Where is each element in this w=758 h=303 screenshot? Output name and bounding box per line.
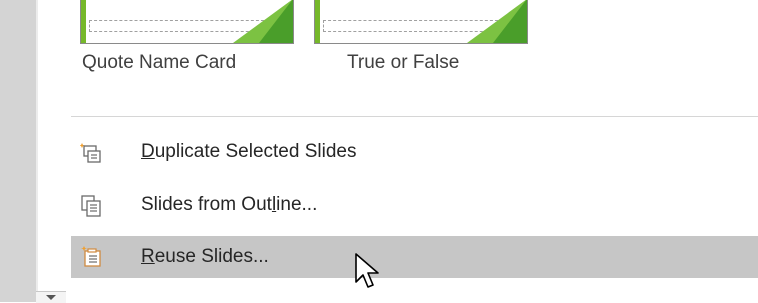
chevron-down-icon [46, 295, 56, 300]
menu-label-duplicate-selected-slides: Duplicate Selected Slides [141, 141, 357, 162]
new-slide-dropdown: Quote Name Card True or False Duplicate … [71, 0, 758, 302]
menu-item-duplicate-selected-slides[interactable]: Duplicate Selected Slides [71, 133, 758, 171]
gallery-margin [38, 0, 71, 302]
mouse-pointer-icon [355, 253, 379, 288]
layout-label-quote-name-card: Quote Name Card [82, 52, 237, 73]
duplicate-slides-icon [80, 143, 101, 163]
slide-thumbnails-pane [0, 0, 36, 302]
layout-thumbnail-true-or-false[interactable] [314, 0, 528, 44]
slides-from-outline-icon [81, 195, 101, 217]
menu-label-slides-from-outline: Slides from Outline... [141, 194, 318, 215]
menu-separator [71, 116, 758, 117]
layout-thumbnail-quote-name-card[interactable] [80, 0, 294, 44]
menu-item-reuse-slides[interactable]: Reuse Slides... [71, 236, 758, 278]
layout-label-true-or-false: True or False [347, 52, 460, 73]
menu-label-reuse-slides: Reuse Slides... [141, 246, 269, 267]
reuse-slides-icon [81, 246, 101, 267]
menu-item-slides-from-outline[interactable]: Slides from Outline... [71, 186, 758, 224]
scroll-down-button[interactable] [36, 291, 66, 303]
